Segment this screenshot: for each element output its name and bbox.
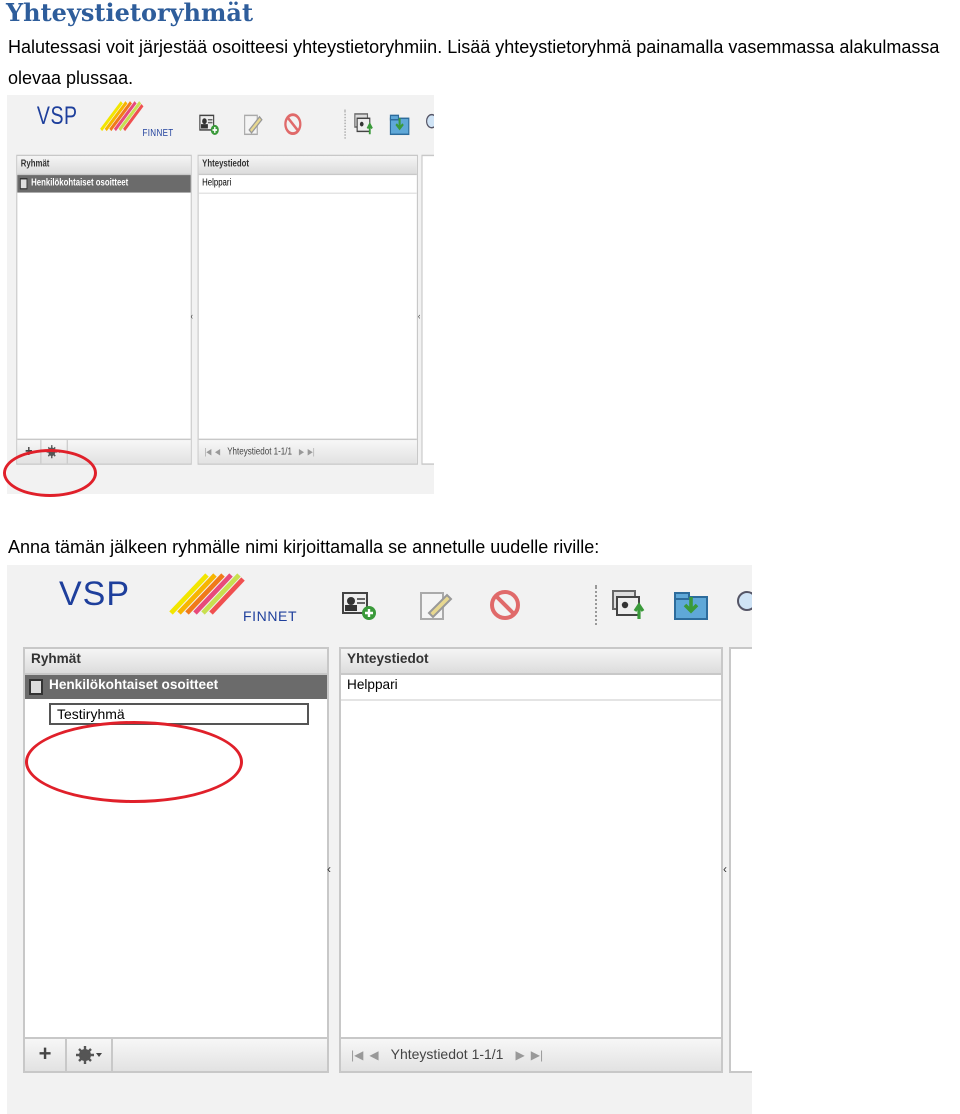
import-icon[interactable] xyxy=(389,112,410,136)
first-page-icon[interactable]: |◀ xyxy=(351,1048,363,1062)
screenshot-name-group: VSP FINNET Ryhmät Henkilökohtaiset osoit… xyxy=(7,565,752,1114)
toolbar-separator xyxy=(595,585,599,625)
search-icon[interactable] xyxy=(733,589,752,621)
splitter-handle-right[interactable]: ‹ xyxy=(723,865,727,877)
contacts-panel: Yhteystiedot Helppari |◀ ◀ Yhteystiedot … xyxy=(197,154,418,465)
next-page-icon[interactable]: ▶ xyxy=(299,447,304,457)
groups-header: Ryhmät xyxy=(17,156,191,176)
add-group-button[interactable]: + xyxy=(25,1039,67,1071)
add-contact-icon[interactable] xyxy=(199,112,220,136)
contacts-pager: |◀ ◀ Yhteystiedot 1-1/1 ▶ ▶| xyxy=(198,438,417,464)
details-panel xyxy=(421,154,434,465)
prev-page-icon[interactable]: ◀ xyxy=(215,447,220,457)
splitter-handle-right[interactable]: ‹ xyxy=(418,313,420,322)
new-group-name-input[interactable]: Testiryhmä xyxy=(49,703,309,725)
edit-icon[interactable] xyxy=(242,112,263,136)
intro-paragraph: Halutessasi voit järjestää osoitteesi yh… xyxy=(8,37,940,88)
details-panel xyxy=(729,647,752,1073)
edit-icon[interactable] xyxy=(417,589,453,621)
splitter-handle[interactable]: ‹ xyxy=(191,313,193,322)
first-page-icon[interactable]: |◀ xyxy=(204,447,211,457)
toolbar-separator xyxy=(344,109,347,139)
pager-label: Yhteystiedot 1-1/1 xyxy=(390,1048,504,1062)
finnet-swoosh-icon xyxy=(169,573,245,615)
groups-panel: Ryhmät Henkilökohtaiset osoitteet + xyxy=(16,154,192,465)
contacts-pager: |◀ ◀ Yhteystiedot 1-1/1 ▶ ▶| xyxy=(341,1037,721,1071)
instruction-paragraph: Anna tämän jälkeen ryhmälle nimi kirjoit… xyxy=(8,537,600,557)
move-contacts-icon[interactable] xyxy=(611,589,647,621)
group-label: Henkilökohtaiset osoitteet xyxy=(49,679,219,693)
search-icon[interactable] xyxy=(424,112,434,135)
group-item[interactable]: Henkilökohtaiset osoitteet xyxy=(25,675,327,699)
page-title: Yhteystietoryhmät xyxy=(6,0,254,27)
group-item[interactable]: Henkilökohtaiset osoitteet xyxy=(17,175,191,193)
contacts-header: Yhteystiedot xyxy=(198,156,417,176)
move-contacts-icon[interactable] xyxy=(354,112,375,135)
import-icon[interactable] xyxy=(673,589,709,621)
last-page-icon[interactable]: ▶| xyxy=(531,1048,543,1062)
groups-footer: + xyxy=(25,1037,327,1071)
last-page-icon[interactable]: ▶| xyxy=(308,447,315,457)
settings-menu-button[interactable] xyxy=(67,1039,113,1071)
groups-panel: Ryhmät Henkilökohtaiset osoitteet Testir… xyxy=(23,647,329,1073)
prev-page-icon[interactable]: ◀ xyxy=(369,1048,378,1062)
add-contact-icon[interactable] xyxy=(341,589,377,621)
address-book-icon xyxy=(29,679,43,695)
highlight-circle-add-button xyxy=(3,449,97,497)
delete-icon[interactable] xyxy=(283,112,304,136)
delete-icon[interactable] xyxy=(487,589,523,621)
vsp-logo: VSP FINNET xyxy=(31,569,331,649)
contact-item[interactable]: Helppari xyxy=(341,675,721,701)
finnet-swoosh-icon xyxy=(100,101,144,132)
contacts-header: Yhteystiedot xyxy=(341,649,721,675)
address-book-icon xyxy=(19,177,28,190)
pager-label: Yhteystiedot 1-1/1 xyxy=(227,446,292,457)
next-page-icon[interactable]: ▶ xyxy=(516,1048,525,1062)
splitter-handle[interactable]: ‹ xyxy=(327,865,331,877)
gear-icon xyxy=(76,1046,102,1064)
screenshot-add-group: VSP FINNET Ryhmät Henkilökohtaiset osoit… xyxy=(7,95,434,494)
group-label: Henkilökohtaiset osoitteet xyxy=(31,177,129,189)
contact-item[interactable]: Helppari xyxy=(198,175,417,195)
contacts-panel: Yhteystiedot Helppari |◀ ◀ Yhteystiedot … xyxy=(339,647,723,1073)
highlight-circle-new-group xyxy=(25,721,243,803)
groups-header: Ryhmät xyxy=(25,649,327,675)
vsp-logo: VSP FINNET xyxy=(21,98,193,156)
